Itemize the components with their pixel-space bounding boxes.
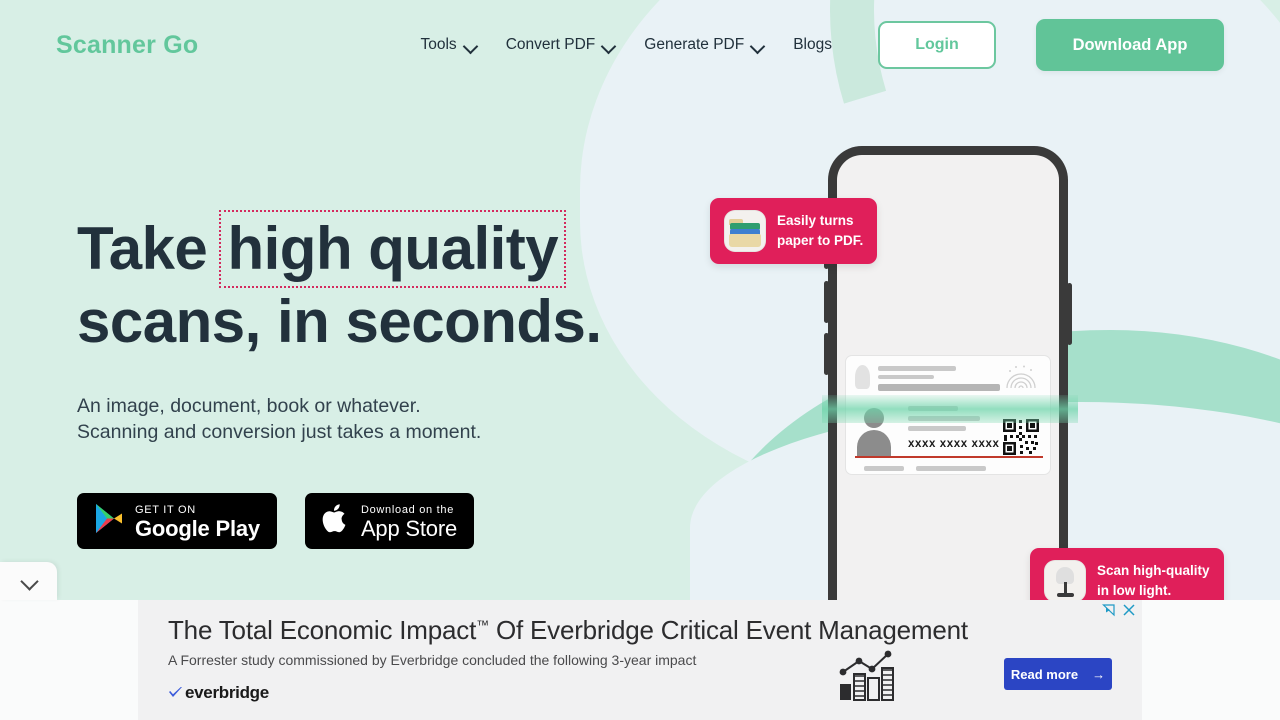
- ad-read-more-button[interactable]: Read more →: [1004, 658, 1112, 690]
- feature-pill-low-light: Scan high-quality in low light.: [1030, 548, 1224, 600]
- phone-button-power: [1067, 283, 1072, 345]
- chevron-down-icon: [603, 41, 616, 49]
- pill-line1: Easily turns: [777, 213, 854, 229]
- apple-icon: [322, 502, 350, 540]
- advertisement-banner: The Total Economic Impact™ Of Everbridge…: [138, 600, 1142, 720]
- close-icon[interactable]: [1122, 603, 1136, 617]
- nav-item-convert-pdf[interactable]: Convert PDF: [506, 36, 617, 54]
- id-placeholder-line: [878, 375, 934, 379]
- phone-button-volume-down: [824, 333, 829, 375]
- chevron-down-icon: [752, 41, 765, 49]
- nav-item-generate-pdf[interactable]: Generate PDF: [644, 36, 765, 54]
- feature-pill-paper-to-pdf: Easily turns paper to PDF.: [710, 198, 878, 264]
- id-placeholder-line: [878, 366, 956, 371]
- phone-button-volume-up: [824, 281, 829, 323]
- ad-headline: The Total Economic Impact™ Of Everbridge…: [168, 615, 968, 646]
- store-badges: GET IT ON Google Play Download on the Ap…: [77, 492, 602, 549]
- id-placeholder-line: [908, 426, 966, 431]
- login-button[interactable]: Login: [878, 21, 996, 69]
- lamp-app-icon: [1044, 560, 1086, 600]
- ad-controls: [1102, 603, 1136, 617]
- hero-subtitle-line2: Scanning and conversion just takes a mom…: [77, 421, 482, 444]
- ad-chart-graphic-icon: [838, 650, 904, 702]
- nav-item-tools[interactable]: Tools: [421, 36, 478, 54]
- nav-item-label: Blogs: [793, 36, 832, 53]
- google-play-badge-text: GET IT ON Google Play: [135, 501, 260, 542]
- scroll-down-tab[interactable]: [0, 562, 57, 600]
- ad-brand-name: everbridge: [185, 683, 269, 702]
- ad-trademark-symbol: ™: [476, 617, 489, 633]
- ad-headline-main: The Total Economic Impact: [168, 615, 477, 645]
- nav-links: Tools Convert PDF Generate PDF Blogs Log…: [421, 19, 1224, 71]
- ad-headline-tail: Of Everbridge Critical Event Management: [488, 615, 968, 645]
- nav-item-label: Convert PDF: [505, 36, 596, 53]
- feature-pill-text: Scan high-quality in low light.: [1097, 561, 1210, 600]
- hero-copy: Take high quality scans, in seconds. An …: [77, 209, 602, 549]
- ad-subtitle: A Forrester study commissioned by Everbr…: [168, 652, 697, 668]
- headline-prefix: Take: [77, 215, 224, 282]
- nav-item-label: Tools: [420, 36, 457, 53]
- badge-bottom-label: Google Play: [135, 516, 260, 542]
- adchoices-icon[interactable]: [1102, 603, 1116, 617]
- id-card-red-underline: [855, 456, 1043, 458]
- hero-section: Scanner Go Tools Convert PDF Generate PD…: [0, 0, 1280, 600]
- app-store-badge-text: Download on the App Store: [361, 501, 457, 542]
- site-logo[interactable]: Scanner Go: [56, 31, 198, 60]
- pill-line2: in low light.: [1097, 583, 1172, 598]
- nav-item-blogs[interactable]: Blogs: [793, 36, 832, 54]
- id-placeholder-line: [864, 466, 904, 471]
- national-emblem-icon: [855, 365, 870, 389]
- scan-beam-overlay: [822, 395, 1078, 423]
- google-play-icon: [94, 502, 124, 540]
- ad-brand-lockup: everbridge: [168, 683, 269, 703]
- id-placeholder-line: [916, 466, 986, 471]
- everbridge-check-icon: [168, 686, 183, 701]
- pill-line1: Scan high-quality: [1097, 563, 1210, 579]
- chevron-down-icon: [465, 41, 478, 49]
- top-navigation-bar: Scanner Go Tools Convert PDF Generate PD…: [0, 0, 1280, 90]
- badge-top-label: Download on the: [360, 503, 455, 516]
- download-app-button[interactable]: Download App: [1036, 19, 1224, 71]
- ad-cta-label: Read more: [1010, 666, 1079, 682]
- hero-subtitle-line1: An image, document, book or whatever.: [77, 394, 421, 417]
- hero-subtitle: An image, document, book or whatever. Sc…: [77, 393, 602, 446]
- google-play-badge[interactable]: GET IT ON Google Play: [77, 492, 277, 549]
- nav-item-label: Generate PDF: [644, 36, 745, 53]
- headline-line2: scans, in seconds.: [77, 288, 602, 356]
- arrow-right-icon: →: [1092, 666, 1106, 682]
- fingerprint-icon: [1004, 364, 1038, 390]
- page-title: Take high quality scans, in seconds.: [77, 209, 602, 358]
- id-card-number: xxxx xxxx xxxx: [908, 438, 1000, 450]
- pill-line2: paper to PDF.: [777, 233, 864, 248]
- folder-app-icon: [724, 210, 766, 252]
- chevron-down-icon: [22, 574, 36, 588]
- id-placeholder-line: [878, 384, 1000, 391]
- qr-code-icon: [1002, 418, 1040, 456]
- badge-top-label: GET IT ON: [135, 503, 196, 516]
- feature-pill-text: Easily turns paper to PDF.: [777, 211, 863, 250]
- headline-highlight-annotation: high quality: [219, 209, 567, 289]
- badge-bottom-label: App Store: [360, 516, 457, 542]
- app-store-badge[interactable]: Download on the App Store: [304, 492, 474, 549]
